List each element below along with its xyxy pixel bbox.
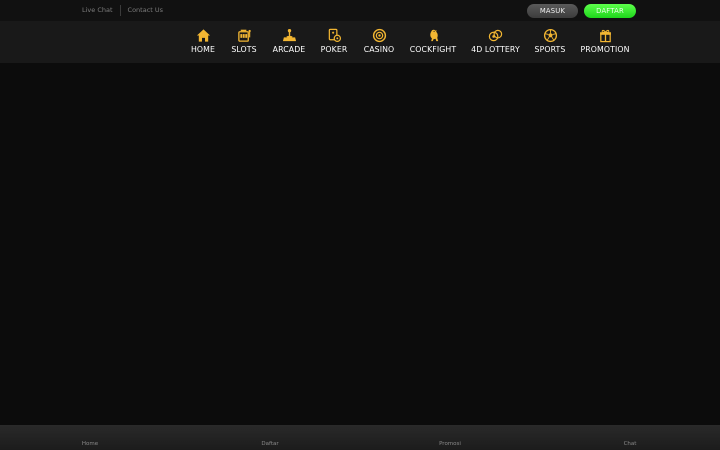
nav-item-4d-lottery[interactable]: 4D LOTTERY [471, 28, 520, 54]
top-links: Live Chat Contact Us [82, 5, 163, 16]
bottom-nav-chat[interactable]: Chat [540, 425, 720, 450]
arcade-icon [282, 28, 296, 42]
nav-item-casino[interactable]: CASINO [363, 28, 395, 54]
nav-label: SLOTS [231, 45, 257, 54]
bottom-nav-label: Chat [623, 441, 637, 447]
bottom-nav-label: Home [81, 441, 99, 447]
lottery-icon [488, 29, 503, 42]
home-icon [196, 29, 210, 42]
nav-item-home[interactable]: HOME [191, 28, 215, 54]
poker-icon [328, 28, 341, 43]
gift-icon [599, 29, 611, 43]
nav-label: COCKFIGHT [409, 45, 457, 54]
nav-item-slots[interactable]: SLOTS [231, 28, 257, 54]
nav-item-cockfight[interactable]: COCKFIGHT [409, 28, 457, 54]
page: Live Chat Contact Us MASUK DAFTAR HOME S… [0, 0, 720, 450]
casino-chip-icon [372, 28, 386, 43]
nav-label: POKER [320, 45, 348, 54]
soccer-ball-icon [543, 28, 557, 43]
contact-us-link[interactable]: Contact Us [128, 5, 164, 16]
nav-label: HOME [190, 45, 216, 54]
nav-item-promotion[interactable]: PROMOTION [580, 28, 630, 54]
bottom-nav-promosi[interactable]: Promosi [360, 425, 540, 450]
bottom-nav: Home Daftar Promosi Chat [0, 425, 720, 450]
register-button[interactable]: DAFTAR [584, 4, 636, 18]
main-nav: HOME SLOTS ARCADE POKER CASINO COCKFIGHT… [0, 21, 720, 63]
nav-label: ARCADE [272, 45, 306, 54]
divider [119, 5, 121, 16]
nav-label: SPORTS [534, 45, 566, 54]
rooster-icon [429, 29, 438, 42]
nav-item-poker[interactable]: POKER [320, 28, 348, 54]
bottom-nav-label: Promosi [439, 441, 461, 447]
login-button[interactable]: MASUK [527, 4, 578, 18]
slots-icon [237, 29, 251, 42]
top-bar: Live Chat Contact Us MASUK DAFTAR [0, 0, 720, 21]
bottom-nav-daftar[interactable]: Daftar [180, 425, 360, 450]
bottom-nav-label: Daftar [261, 441, 279, 447]
nav-label: 4D LOTTERY [471, 45, 520, 54]
auth-buttons: MASUK DAFTAR [527, 4, 636, 18]
nav-item-arcade[interactable]: ARCADE [272, 28, 306, 54]
bottom-nav-home[interactable]: Home [0, 425, 180, 450]
nav-label: CASINO [363, 45, 395, 54]
nav-label: PROMOTION [580, 45, 630, 54]
nav-item-sports[interactable]: SPORTS [534, 28, 566, 54]
live-chat-link[interactable]: Live Chat [82, 5, 113, 16]
main-content [0, 63, 720, 425]
